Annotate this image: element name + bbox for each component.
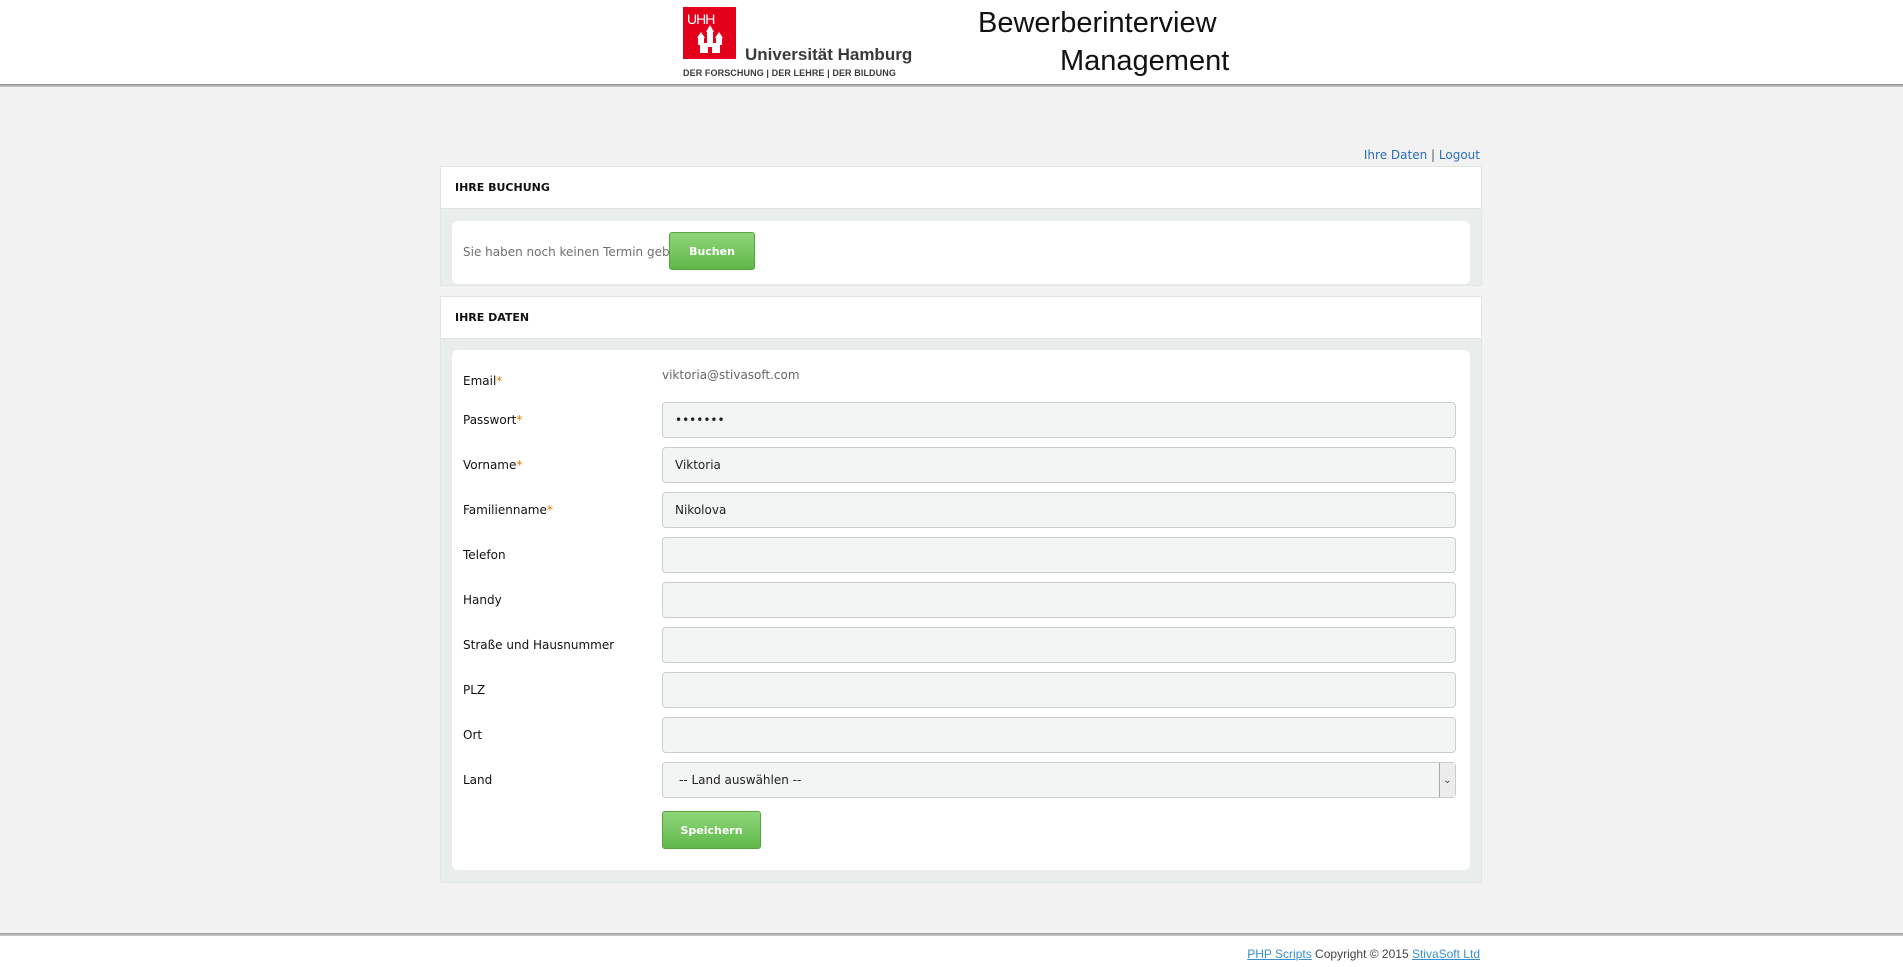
street-row: Straße und Hausnummer [452,627,1470,663]
password-label: Passwort* [463,413,523,427]
phone-field[interactable] [662,537,1456,573]
required-marker: * [496,374,503,388]
uhh-logo-mark: UHH [683,7,736,59]
copyright-text: Copyright © 2015 [1311,947,1412,961]
email-row: Email* viktoria@stivasoft.com [452,364,1470,388]
profile-panel: IHRE DATEN Email* viktoria@stivasoft.com… [440,296,1482,883]
city-field[interactable] [662,717,1456,753]
zip-row: PLZ [452,672,1470,708]
app-title: Bewerberinterview Management [978,4,1238,80]
logo-university-name: Universität Hamburg [745,45,913,64]
header-divider [0,84,1903,87]
zip-field[interactable] [662,672,1456,708]
street-label: Straße und Hausnummer [463,638,615,652]
mobile-row: Handy [452,582,1470,618]
logout-link[interactable]: Logout [1439,148,1480,162]
book-button[interactable]: Buchen [669,232,755,270]
street-field[interactable] [662,627,1456,663]
footer-text: PHP Scripts Copyright © 2015 StivaSoft L… [1247,947,1480,961]
country-row: Land -- Land auswählen -- ⌄ [452,762,1470,798]
email-value: viktoria@stivasoft.com [662,368,800,382]
page-footer: PHP Scripts Copyright © 2015 StivaSoft L… [0,936,1903,967]
stivasoft-link[interactable]: StivaSoft Ltd [1412,947,1480,961]
mobile-label: Handy [463,593,502,607]
page-header: UHH Universität Hamburg DER FORSCHUNG | … [0,0,1903,84]
password-row: Passwort* [452,402,1470,438]
country-select[interactable]: -- Land auswählen -- ⌄ [662,762,1456,798]
lastname-field[interactable] [662,492,1456,528]
save-button[interactable]: Speichern [662,811,761,849]
castle-icon [697,25,723,53]
chevron-down-icon[interactable]: ⌄ [1439,763,1455,797]
user-links: Ihre Daten | Logout [1364,148,1480,162]
no-booking-message: Sie haben noch keinen Termin gebucht. [463,245,700,259]
phone-label: Telefon [463,548,506,562]
required-marker: * [516,413,523,427]
app-title-line2: Management [1060,45,1230,77]
firstname-field[interactable] [662,447,1456,483]
city-row: Ort [452,717,1470,753]
app-title-line1: Bewerberinterview [978,7,1217,39]
email-label: Email* [463,374,503,388]
profile-link[interactable]: Ihre Daten [1364,148,1427,162]
zip-label: PLZ [463,683,486,697]
country-label: Land [463,773,493,787]
required-marker: * [546,503,553,517]
country-select-value: -- Land auswählen -- [679,773,802,787]
city-label: Ort [463,728,483,742]
phone-row: Telefon [452,537,1470,573]
password-field[interactable] [662,402,1456,438]
logo-tagline: DER FORSCHUNG | DER LEHRE | DER BILDUNG [683,68,896,78]
firstname-label: Vorname* [463,458,523,472]
lastname-row: Familienname* [452,492,1470,528]
profile-panel-heading: IHRE DATEN [441,297,1481,339]
booking-panel-heading: IHRE BUCHUNG [441,167,1481,209]
link-separator: | [1431,148,1436,162]
mobile-field[interactable] [662,582,1456,618]
firstname-row: Vorname* [452,447,1470,483]
booking-panel-body: Sie haben noch keinen Termin gebucht. Bu… [452,221,1470,284]
university-logo[interactable]: UHH Universität Hamburg DER FORSCHUNG | … [683,7,912,79]
booking-panel: IHRE BUCHUNG Sie haben noch keinen Termi… [440,166,1482,286]
required-marker: * [516,458,523,472]
php-scripts-link[interactable]: PHP Scripts [1247,947,1311,961]
lastname-label: Familienname* [463,503,553,517]
profile-form: Email* viktoria@stivasoft.com Passwort* … [452,350,1470,870]
